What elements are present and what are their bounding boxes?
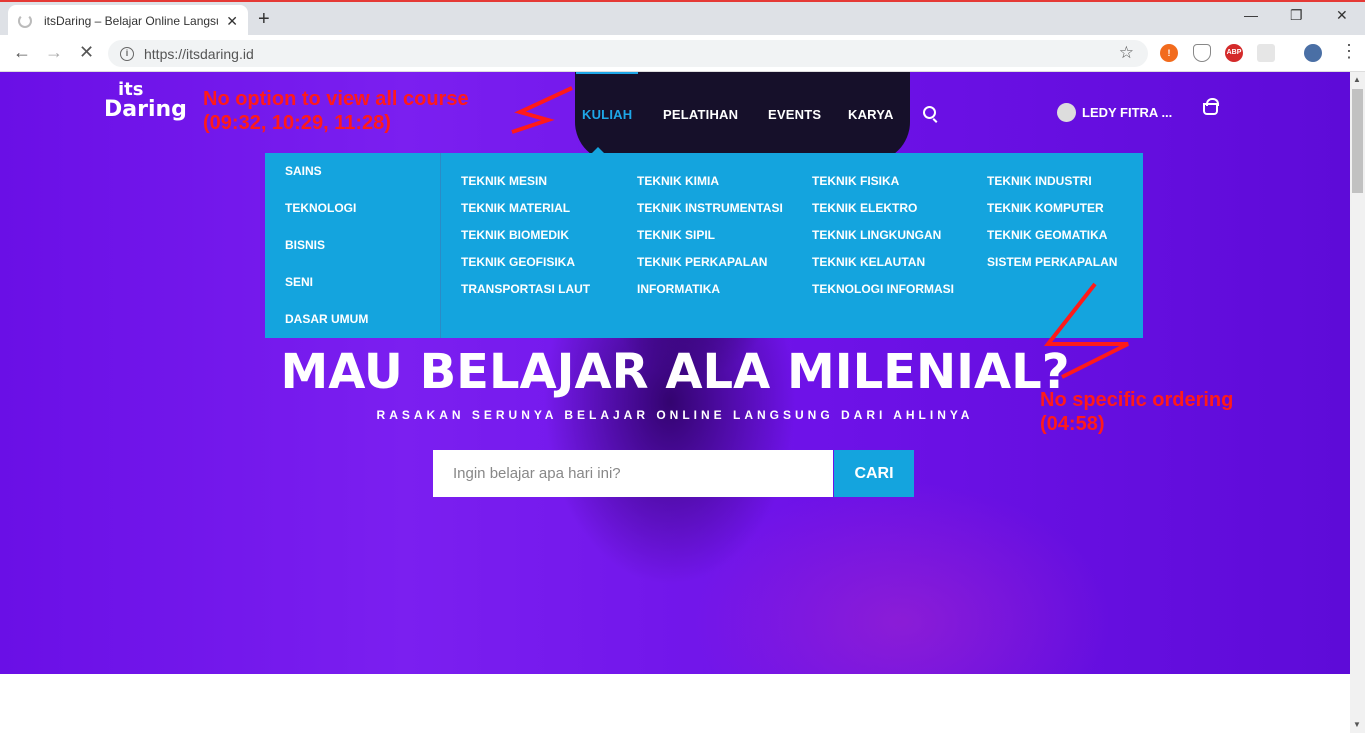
- new-tab-button[interactable]: +: [258, 8, 270, 31]
- browser-tab[interactable]: itsDaring – Belajar Online Langsung ✕: [8, 5, 248, 37]
- nav-events[interactable]: EVENTS: [768, 107, 821, 122]
- subcategory-item[interactable]: TEKNOLOGI INFORMASI: [812, 282, 954, 296]
- adblock-icon[interactable]: ABP: [1225, 44, 1243, 62]
- subcategory-item[interactable]: TEKNIK MESIN: [461, 174, 547, 188]
- annotation-note-2-text: No specific ordering: [1040, 389, 1234, 411]
- subcategory-item[interactable]: TEKNIK LINGKUNGAN: [812, 228, 941, 242]
- subcategory-item[interactable]: TEKNIK GEOMATIKA: [987, 228, 1107, 242]
- scroll-up-icon[interactable]: ▲: [1353, 75, 1361, 84]
- annotation-note-1-times: (09:32, 10:29, 11:28): [203, 112, 391, 134]
- tab-strip: itsDaring – Belajar Online Langsung ✕ + …: [0, 0, 1365, 37]
- scrollbar-thumb[interactable]: [1352, 89, 1363, 193]
- search-icon[interactable]: [923, 106, 936, 119]
- site-info-icon[interactable]: i: [120, 46, 134, 61]
- bookmark-star-icon[interactable]: ☆: [1119, 43, 1134, 63]
- page-below-fold: [0, 674, 1350, 733]
- subcategory-item[interactable]: TEKNIK INSTRUMENTASI: [637, 201, 783, 215]
- annotation-note-1: No option to view all course (09:32, 10:…: [203, 87, 469, 135]
- profile-avatar-icon[interactable]: [1304, 44, 1322, 62]
- tab-close-icon[interactable]: ✕: [226, 13, 238, 30]
- url-text[interactable]: https://itsdaring.id: [144, 46, 254, 62]
- annotation-note-2-times: (04:58): [1040, 413, 1105, 435]
- user-menu[interactable]: LEDY FITRA ...: [1057, 103, 1172, 122]
- kuliah-mega-menu: SAINS TEKNOLOGI BISNIS SENI DASAR UMUM T…: [265, 153, 1143, 338]
- loading-spinner-icon: [18, 14, 32, 28]
- subcategory-item[interactable]: TEKNIK FISIKA: [812, 174, 899, 188]
- browser-window: itsDaring – Belajar Online Langsung ✕ + …: [0, 0, 1365, 733]
- subcategory-item[interactable]: TEKNIK PERKAPALAN: [637, 255, 767, 269]
- close-window-button[interactable]: ✕: [1336, 7, 1348, 24]
- page-scrollbar[interactable]: ▲ ▼: [1350, 72, 1365, 733]
- subcategory-item[interactable]: TEKNIK BIOMEDIK: [461, 228, 569, 242]
- subcategory-item[interactable]: TEKNIK MATERIAL: [461, 201, 570, 215]
- user-avatar: [1057, 103, 1076, 122]
- subcategory-item[interactable]: TEKNIK SIPIL: [637, 228, 715, 242]
- extension-puzzle-icon[interactable]: [1257, 44, 1275, 62]
- subcategory-item[interactable]: TEKNIK KELAUTAN: [812, 255, 925, 269]
- browser-menu-icon[interactable]: ⋮: [1340, 41, 1358, 62]
- subcategory-item[interactable]: TEKNIK ELEKTRO: [812, 201, 917, 215]
- subcategory-item[interactable]: TEKNIK GEOFISIKA: [461, 255, 575, 269]
- category-bisnis[interactable]: BISNIS: [285, 238, 325, 252]
- annotation-note-1-text: No option to view all course: [203, 88, 469, 110]
- category-dasar-umum[interactable]: DASAR UMUM: [285, 312, 368, 326]
- stop-loading-button[interactable]: ✕: [79, 42, 94, 63]
- subcategory-item[interactable]: TEKNIK KIMIA: [637, 174, 719, 188]
- category-seni[interactable]: SENI: [285, 275, 313, 289]
- subcategory-item[interactable]: TRANSPORTASI LAUT: [461, 282, 590, 296]
- back-button[interactable]: ←: [13, 42, 31, 63]
- subcategory-item[interactable]: TEKNIK INDUSTRI: [987, 174, 1092, 188]
- address-bar[interactable]: i https://itsdaring.id ☆: [108, 40, 1148, 67]
- browser-toolbar: ← → ✕ i https://itsdaring.id ☆ ! ABP ⋮: [0, 35, 1365, 72]
- search-button[interactable]: CARI: [834, 450, 914, 497]
- course-search-input[interactable]: [453, 465, 813, 482]
- nav-karya[interactable]: KARYA: [848, 107, 894, 122]
- site-logo[interactable]: its Daring: [104, 80, 187, 122]
- scroll-down-icon[interactable]: ▼: [1353, 720, 1361, 729]
- subcategory-item[interactable]: TEKNIK KOMPUTER: [987, 201, 1104, 215]
- nav-pelatihan[interactable]: PELATIHAN: [663, 107, 738, 122]
- annotation-note-2: No specific ordering (04:58): [1040, 388, 1233, 436]
- tab-title: itsDaring – Belajar Online Langsung: [43, 14, 219, 28]
- cart-icon[interactable]: [1203, 98, 1219, 115]
- user-name: LEDY FITRA ...: [1082, 105, 1173, 120]
- category-column: SAINS TEKNOLOGI BISNIS SENI DASAR UMUM: [265, 153, 441, 338]
- minimize-button[interactable]: —: [1244, 7, 1258, 23]
- nav-active-indicator: [576, 72, 638, 74]
- extension-alert-icon[interactable]: !: [1160, 44, 1178, 62]
- category-teknologi[interactable]: TEKNOLOGI: [285, 201, 356, 215]
- subcategory-item[interactable]: INFORMATIKA: [637, 282, 720, 296]
- maximize-button[interactable]: ❐: [1290, 7, 1303, 24]
- logo-daring: Daring: [104, 97, 187, 122]
- category-sains[interactable]: SAINS: [285, 164, 322, 178]
- shield-extension-icon[interactable]: [1193, 44, 1211, 62]
- subcategory-item[interactable]: SISTEM PERKAPALAN: [987, 255, 1117, 269]
- forward-button[interactable]: →: [45, 42, 63, 63]
- web-page: its Daring KULIAH PELATIHAN EVENTS KARYA…: [0, 72, 1350, 733]
- course-search-box: [433, 450, 833, 497]
- nav-kuliah[interactable]: KULIAH: [582, 107, 632, 122]
